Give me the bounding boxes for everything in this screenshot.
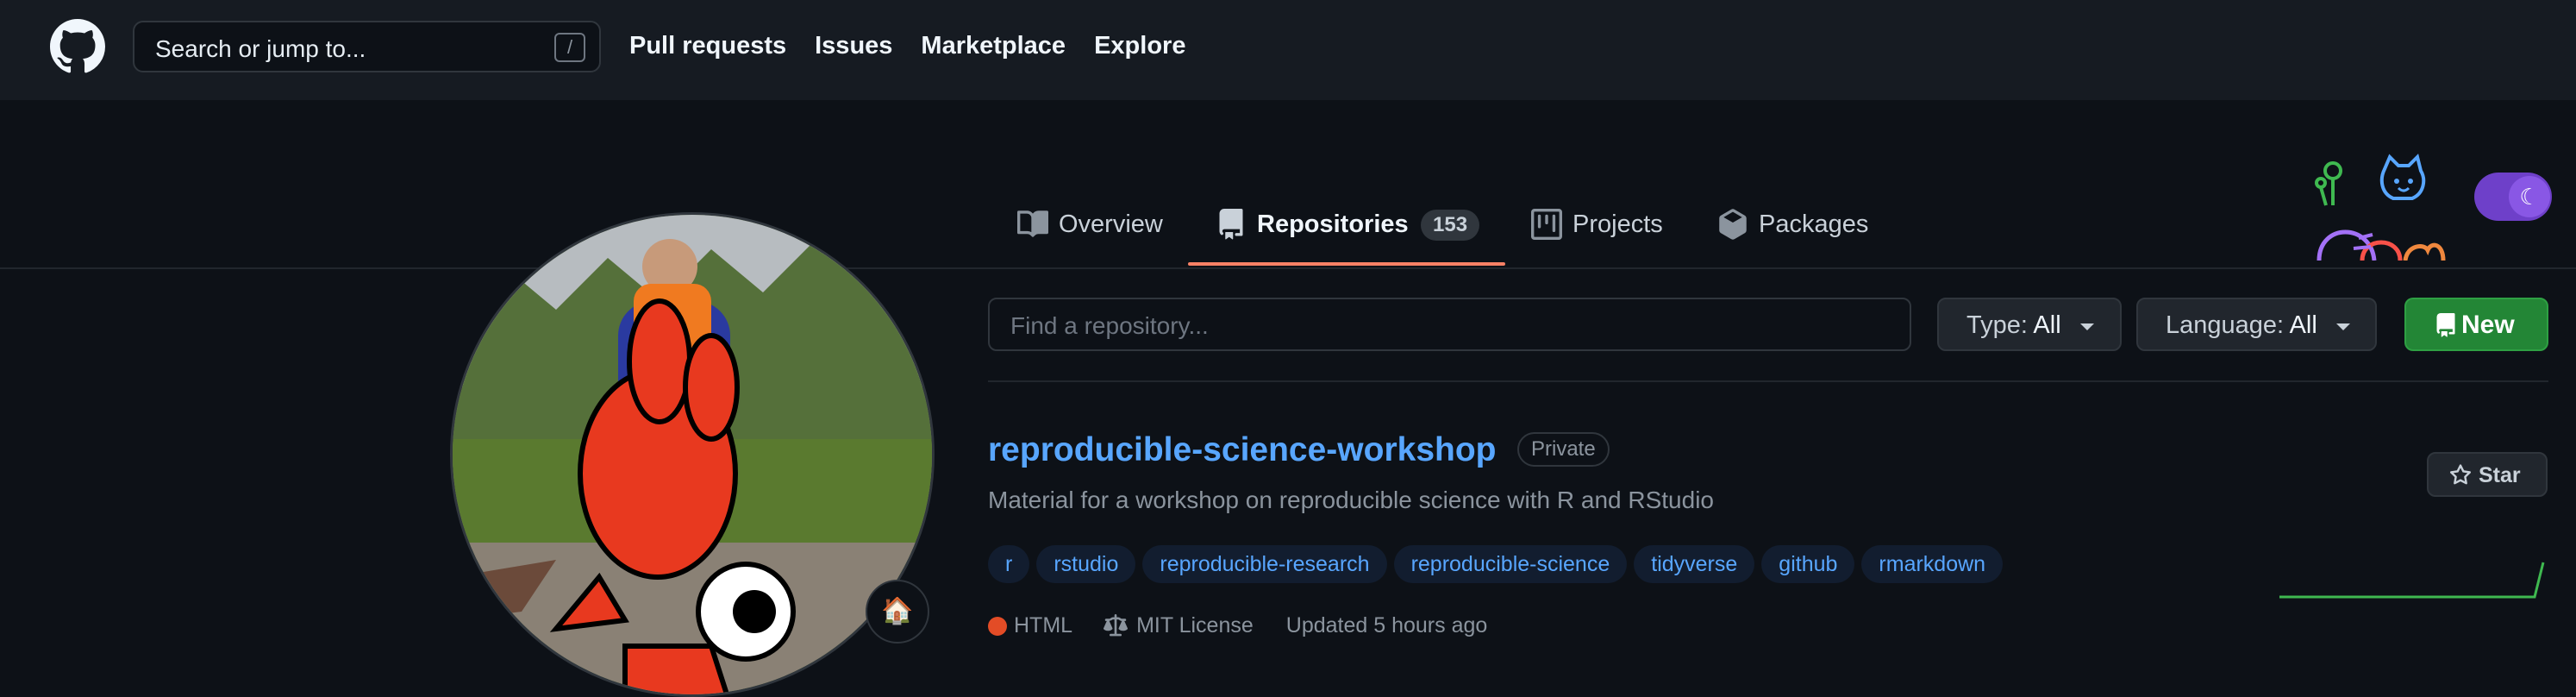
- activity-sparkline: [2279, 562, 2545, 599]
- top-nav: Pull requests Issues Marketplace Explore: [629, 32, 1214, 60]
- repo-icon: [1219, 209, 1243, 240]
- project-icon: [1531, 209, 1562, 240]
- moon-icon: ☾: [2509, 176, 2550, 217]
- visibility-badge: Private: [1517, 432, 1610, 467]
- topic-tag[interactable]: github: [1761, 545, 1855, 583]
- repo-language: HTML: [1014, 613, 1073, 637]
- tab-repositories-label: Repositories: [1257, 210, 1409, 238]
- repo-meta: HTML MIT License Updated 5 hours ago: [988, 613, 1487, 638]
- tab-projects-label: Projects: [1572, 210, 1663, 238]
- type-filter-dropdown[interactable]: Type: All: [1937, 298, 2122, 351]
- repo-name-link[interactable]: reproducible-science-workshop: [988, 431, 1496, 469]
- topic-tag[interactable]: tidyverse: [1634, 545, 1755, 583]
- topic-tag[interactable]: rmarkdown: [1861, 545, 2004, 583]
- star-button[interactable]: Star: [2427, 452, 2548, 497]
- search-placeholder: Search or jump to...: [155, 35, 366, 62]
- nav-issues[interactable]: Issues: [815, 32, 892, 60]
- active-tab-indicator: [1188, 262, 1505, 266]
- repo-count-badge: 153: [1421, 210, 1480, 241]
- tabs-divider: [0, 267, 2576, 269]
- book-icon: [1017, 210, 1048, 237]
- find-repository-placeholder: Find a repository...: [1010, 312, 1209, 339]
- type-filter-label: Type: All: [1966, 311, 2061, 339]
- theme-toggle[interactable]: ☾: [2474, 173, 2552, 221]
- topic-list: r rstudio reproducible-research reproduc…: [988, 545, 2004, 583]
- star-icon: [2449, 464, 2472, 485]
- language-filter-dropdown[interactable]: Language: All: [2136, 298, 2377, 351]
- topic-tag[interactable]: rstudio: [1036, 545, 1136, 583]
- package-icon: [1719, 209, 1747, 240]
- chevron-down-icon: [2080, 323, 2094, 330]
- language-color-dot: [988, 616, 1007, 636]
- repo-updated: Updated 5 hours ago: [1285, 613, 1488, 637]
- law-icon: [1104, 613, 1129, 636]
- language-filter-label: Language: All: [2166, 311, 2317, 339]
- repo-description: Material for a workshop on reproducible …: [988, 487, 1714, 513]
- status-emoji-button[interactable]: 🏠: [866, 580, 929, 644]
- octocat-illustration: [2315, 154, 2446, 261]
- profile-avatar[interactable]: [450, 212, 935, 697]
- tab-packages-label: Packages: [1759, 210, 1869, 238]
- nav-explore[interactable]: Explore: [1094, 32, 1185, 60]
- repo-icon: [2436, 313, 2455, 337]
- search-shortcut-key: /: [554, 33, 585, 62]
- new-repository-button[interactable]: New: [2404, 298, 2548, 351]
- github-logo-icon[interactable]: [50, 19, 105, 74]
- star-button-label: Star: [2479, 463, 2521, 487]
- new-button-label: New: [2461, 311, 2515, 339]
- topic-tag[interactable]: r: [988, 545, 1030, 583]
- repo-license: MIT License: [1136, 613, 1254, 637]
- topic-tag[interactable]: reproducible-research: [1142, 545, 1387, 583]
- avatar-image: [453, 215, 932, 694]
- nav-pull-requests[interactable]: Pull requests: [629, 32, 786, 60]
- list-divider: [988, 380, 2548, 382]
- global-search-input[interactable]: Search or jump to... /: [133, 21, 601, 72]
- chevron-down-icon: [2336, 323, 2350, 330]
- global-header: Search or jump to... / Pull requests Iss…: [0, 0, 2576, 100]
- find-repository-input[interactable]: Find a repository...: [988, 298, 1911, 351]
- topic-tag[interactable]: reproducible-science: [1393, 545, 1628, 583]
- tab-overview-label: Overview: [1059, 210, 1163, 238]
- nav-marketplace[interactable]: Marketplace: [921, 32, 1066, 60]
